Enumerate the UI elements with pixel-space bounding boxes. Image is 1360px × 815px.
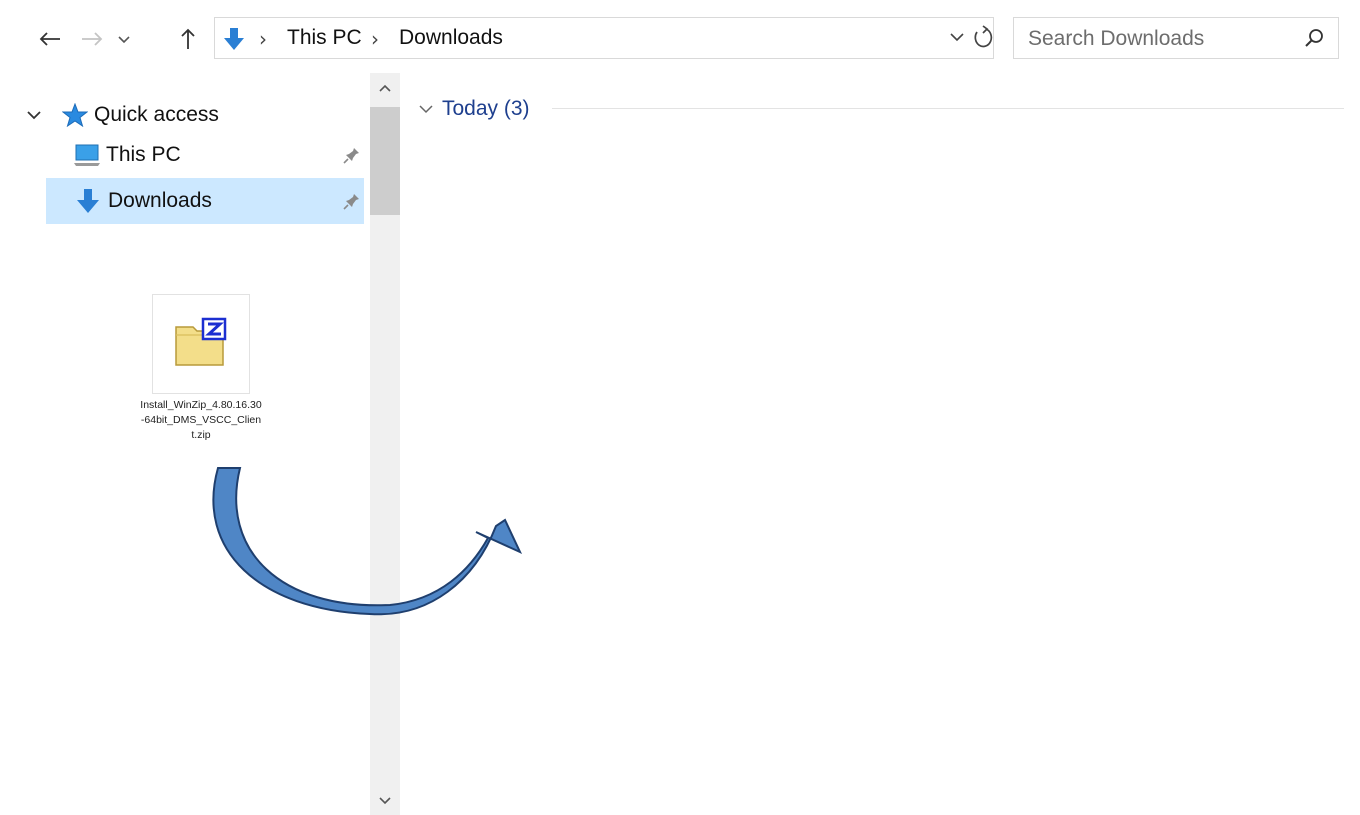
chevron-up-icon	[379, 84, 391, 92]
sidebar-scrollbar[interactable]	[370, 73, 400, 815]
scroll-down-button[interactable]	[370, 785, 400, 815]
group-title: Today (3)	[442, 97, 530, 120]
collapse-chevron-icon	[419, 105, 433, 114]
sidebar-item-downloads[interactable]: Downloads	[46, 178, 364, 224]
up-button[interactable]	[176, 22, 200, 56]
chevron-down-icon	[379, 797, 391, 805]
sidebar-item-label: This PC	[106, 143, 181, 166]
download-icon	[224, 28, 244, 50]
sidebar-item-label: Quick access	[94, 103, 219, 126]
address-dropdown-icon[interactable]	[949, 30, 965, 44]
refresh-icon[interactable]	[971, 24, 993, 52]
sidebar-item-quick-access[interactable]: Quick access	[24, 94, 364, 136]
forward-button[interactable]	[74, 22, 110, 56]
computer-icon	[74, 144, 100, 166]
pin-icon[interactable]	[343, 192, 361, 210]
chevron-down-icon	[118, 36, 130, 44]
breadcrumb-separator: ›	[259, 27, 267, 51]
expand-chevron-icon[interactable]	[26, 109, 42, 121]
arrow-right-icon	[82, 32, 103, 46]
search-input[interactable]: Search Downloads	[1028, 27, 1204, 51]
group-header-today[interactable]: Today (3)	[418, 92, 530, 126]
download-icon	[77, 189, 99, 213]
arrow-up-icon	[181, 28, 195, 49]
recent-locations-button[interactable]	[114, 22, 134, 56]
address-bar[interactable]: › This PC › Downloads	[214, 17, 994, 59]
back-button[interactable]	[32, 22, 68, 56]
breadcrumb-separator: ›	[371, 27, 379, 51]
scroll-thumb[interactable]	[370, 107, 400, 215]
breadcrumb-this-pc[interactable]: This PC	[287, 26, 362, 50]
sidebar-item-this-pc[interactable]: This PC	[46, 134, 364, 176]
scroll-up-button[interactable]	[370, 73, 400, 103]
zip-archive-icon	[175, 317, 227, 366]
pin-icon[interactable]	[343, 146, 361, 164]
search-icon[interactable]	[1304, 28, 1324, 48]
drag-arrow-annotation	[212, 467, 523, 616]
search-box[interactable]: Search Downloads	[1013, 17, 1339, 59]
group-divider	[552, 108, 1344, 109]
file-name-label[interactable]: Install_WinZip_4.80.16.30-64bit_DMS_VSCC…	[140, 398, 262, 443]
star-icon	[62, 103, 88, 127]
sidebar-item-label: Downloads	[108, 189, 212, 212]
file-thumbnail[interactable]	[152, 294, 250, 394]
breadcrumb-downloads[interactable]: Downloads	[399, 26, 503, 50]
arrow-left-icon	[39, 32, 60, 46]
